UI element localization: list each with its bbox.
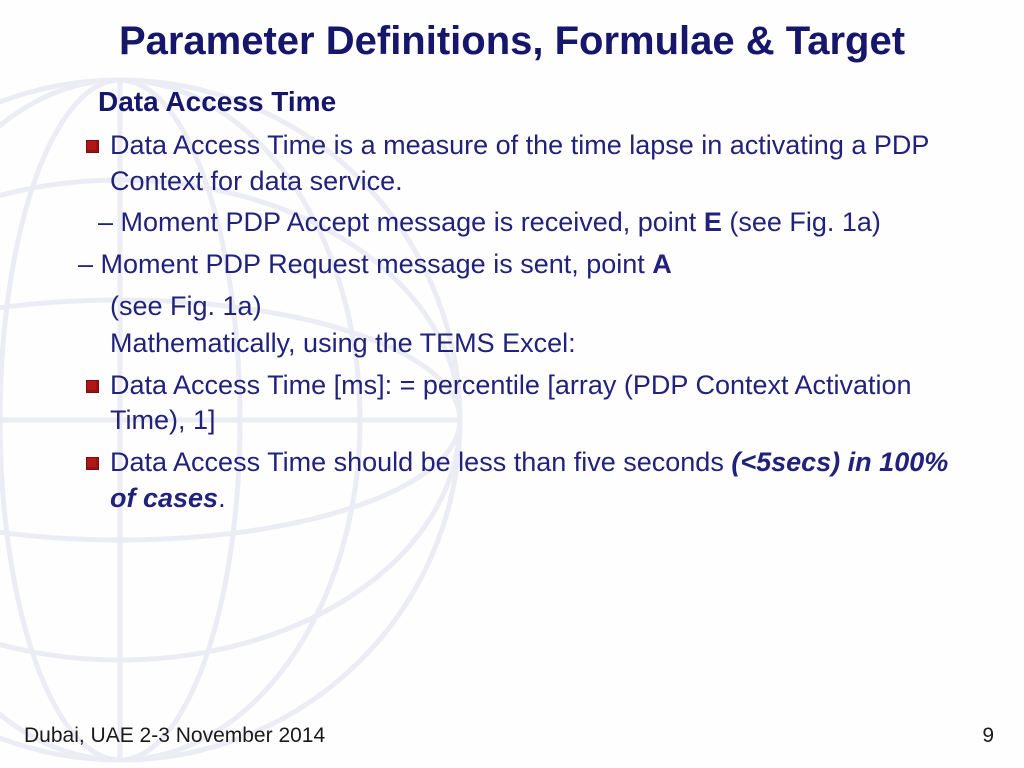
slide-canvas: Parameter Definitions, Formulae & Target… <box>0 0 1024 768</box>
math-intro: Mathematically, using the TEMS Excel: <box>50 326 974 362</box>
text-fragment: . <box>218 483 226 513</box>
text-fragment: – Moment PDP Accept message is received,… <box>98 207 704 237</box>
text-fragment: (see Fig. 1a) <box>722 207 881 237</box>
footer-location-date: Dubai, UAE 2-3 November 2014 <box>24 724 325 748</box>
slide-footer: Dubai, UAE 2-3 November 2014 9 <box>24 724 994 748</box>
bullet-formula: Data Access Time [ms]: = percentile [arr… <box>50 368 974 439</box>
bullet-target: Data Access Time should be less than fiv… <box>50 445 974 516</box>
dash-point-e: – Moment PDP Accept message is received,… <box>50 205 974 241</box>
body-content: Data Access Time is a measure of the tim… <box>50 128 974 516</box>
subheading-data-access-time: Data Access Time <box>98 86 974 118</box>
bullet-definition: Data Access Time is a measure of the tim… <box>50 128 974 199</box>
dash-point-a-cont: (see Fig. 1a) <box>50 289 974 325</box>
point-a-bold: A <box>652 249 672 279</box>
text-fragment: Data Access Time should be less than fiv… <box>110 447 731 477</box>
slide-title: Parameter Definitions, Formulae & Target <box>50 18 974 64</box>
footer-page-number: 9 <box>982 724 994 748</box>
dash-point-a: – Moment PDP Request message is sent, po… <box>50 247 974 283</box>
point-e-bold: E <box>704 207 722 237</box>
text-fragment: – Moment PDP Request message is sent, po… <box>78 249 652 279</box>
